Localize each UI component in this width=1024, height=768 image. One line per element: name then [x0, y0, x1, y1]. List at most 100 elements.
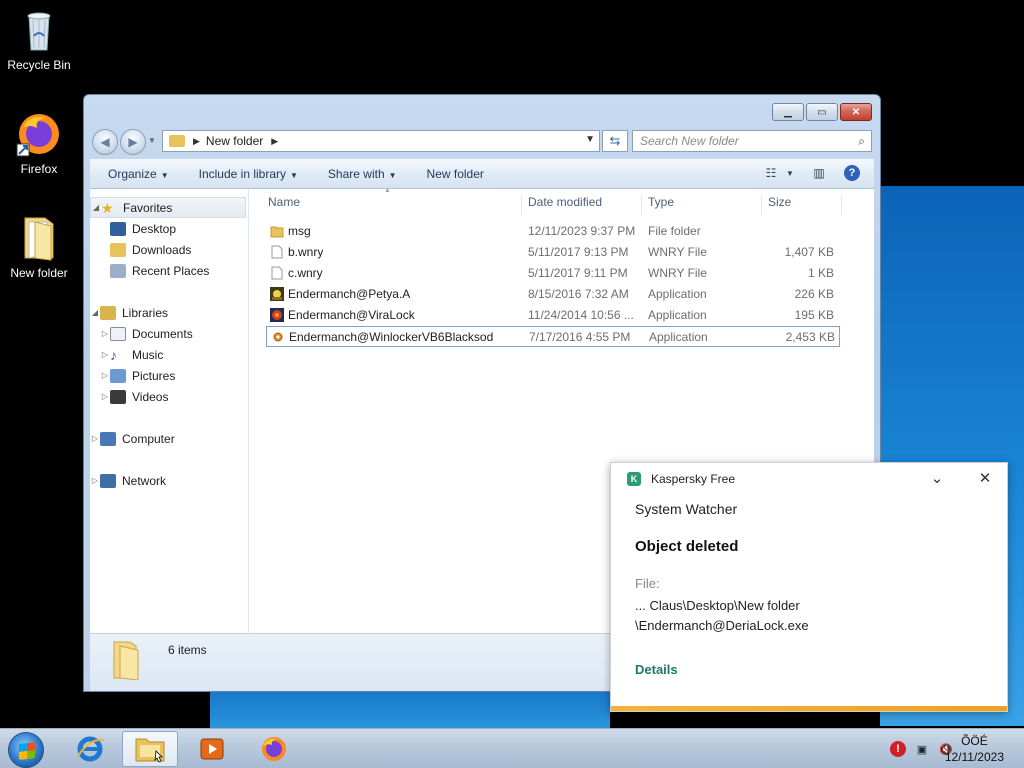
include-label: Include in library — [198, 166, 286, 181]
breadcrumb[interactable]: New folder — [206, 134, 263, 148]
nav-item-documents[interactable]: ▷ Documents — [90, 323, 248, 344]
command-bar: Organize ▼ Include in library ▼ Share with… — [90, 159, 874, 189]
notification-app-name: Kaspersky Free — [651, 472, 736, 486]
network-icon[interactable]: ▣ — [914, 741, 930, 757]
desktop-icon-recycle-bin[interactable]: Recycle Bin — [1, 6, 77, 72]
details-link[interactable]: Details — [635, 662, 678, 677]
close-notification-button[interactable]: ✕ — [975, 469, 995, 489]
folder-icon — [135, 738, 165, 763]
file-row[interactable]: b.wnry 5/11/2017 9:13 PM WNRY File 1,407… — [266, 242, 840, 263]
kaspersky-notification: K Kaspersky Free ⌄ ✕ System Watcher Obje… — [610, 462, 1008, 712]
file-row[interactable]: c.wnry 5/11/2017 9:11 PM WNRY File 1 KB — [266, 263, 840, 284]
column-header-name[interactable]: Name — [262, 195, 522, 215]
nav-item-music[interactable]: ▷ ♪ Music — [90, 344, 248, 365]
system-clock[interactable]: ÕÖÉ 12/11/2023 — [945, 733, 1004, 765]
nav-item-network[interactable]: ▷ Network — [90, 470, 248, 491]
nav-item-pictures[interactable]: ▷ Pictures — [90, 365, 248, 386]
nav-label: Documents — [132, 326, 193, 341]
desktop-icon-firefox[interactable]: Firefox — [1, 110, 77, 176]
nav-item-downloads[interactable]: Downloads — [90, 239, 248, 260]
help-button[interactable]: ? — [844, 165, 860, 181]
file-icon — [270, 245, 284, 259]
close-button[interactable]: ✕ — [840, 103, 872, 121]
column-header-size[interactable]: Size — [762, 195, 842, 215]
refresh-button[interactable]: ⇆ — [602, 130, 628, 152]
file-row[interactable]: Endermanch@Petya.A 8/15/2016 7:32 AM App… — [266, 284, 840, 305]
nav-item-videos[interactable]: ▷ Videos — [90, 386, 248, 407]
nav-item-libraries[interactable]: ◢ Libraries — [90, 302, 248, 323]
file-row[interactable]: Endermanch@ViraLock 11/24/2014 10:56 ...… — [266, 305, 840, 326]
file-name: Endermanch@ViraLock — [288, 308, 415, 322]
taskbar-windows-explorer[interactable] — [122, 731, 178, 767]
petya-icon — [270, 287, 284, 301]
collapse-icon[interactable]: ◢ — [91, 203, 101, 212]
expand-icon[interactable]: ▷ — [100, 392, 110, 401]
expand-icon[interactable]: ▷ — [100, 350, 110, 359]
clock-date: 12/11/2023 — [944, 750, 1004, 764]
view-dropdown-button[interactable]: ▼ — [784, 163, 796, 183]
file-size: 2,453 KB — [785, 330, 835, 344]
navigation-pane: ◢ ★ Favorites Desktop Downloads Recent P… — [90, 189, 249, 633]
recent-pages-dropdown[interactable]: ▼ — [148, 136, 156, 145]
nav-item-desktop[interactable]: Desktop — [90, 218, 248, 239]
file-date: 5/11/2017 9:13 PM — [528, 245, 629, 259]
chevron-down-icon: ▼ — [160, 170, 169, 180]
file-type: Application — [648, 287, 707, 301]
view-icon: ☷ — [765, 166, 777, 180]
breadcrumb-chevron-icon[interactable]: ▶ — [271, 136, 278, 147]
expand-icon[interactable]: ▷ — [90, 434, 100, 443]
file-date: 12/11/2023 9:37 PM — [528, 224, 636, 238]
help-icon: ? — [848, 167, 856, 179]
nav-label: Recent Places — [132, 263, 210, 278]
change-view-button[interactable]: ☷ — [760, 163, 782, 183]
share-label: Share with — [327, 166, 385, 181]
nav-item-favorites[interactable]: ◢ ★ Favorites — [90, 197, 246, 218]
include-in-library-button[interactable]: Include in library ▼ — [199, 167, 298, 181]
new-folder-label: New folder — [426, 166, 484, 181]
breadcrumb-chevron-icon[interactable]: ▶ — [193, 136, 200, 147]
new-folder-button[interactable]: New folder — [427, 167, 484, 181]
notification-accent-stripe — [611, 706, 1007, 711]
file-row[interactable]: msg 12/11/2023 9:37 PM File folder — [266, 221, 840, 242]
file-row-selected[interactable]: Endermanch@WinlockerVB6Blacksod 7/17/201… — [266, 326, 840, 347]
organize-button[interactable]: Organize ▼ — [108, 167, 169, 181]
taskbar-internet-explorer[interactable] — [62, 731, 118, 767]
column-label: Date modified — [528, 195, 603, 209]
search-input[interactable]: Search New folder ⌕ — [632, 130, 872, 152]
file-date: 5/11/2017 9:11 PM — [528, 266, 628, 280]
nav-item-computer[interactable]: ▷ Computer — [90, 428, 248, 449]
column-header-type[interactable]: Type — [642, 195, 762, 215]
firefox-icon — [262, 737, 286, 761]
column-header-date[interactable]: Date modified — [522, 195, 642, 215]
file-path-line2: \Endermanch@DeriaLock.exe — [635, 618, 809, 633]
collapse-button[interactable]: ⌄ — [927, 469, 947, 489]
security-alert-icon[interactable]: ! — [890, 741, 906, 757]
start-button[interactable] — [8, 732, 44, 768]
back-button[interactable]: ◀ — [92, 129, 118, 155]
collapse-icon[interactable]: ◢ — [90, 308, 100, 317]
expand-icon[interactable]: ▷ — [100, 371, 110, 380]
arrow-right-icon: ▶ — [128, 135, 138, 149]
taskbar-firefox[interactable] — [246, 731, 302, 767]
expand-icon[interactable]: ▷ — [90, 476, 100, 485]
taskbar: ! ▣ 🔇 ÕÖÉ 12/11/2023 — [0, 728, 1024, 768]
nav-item-recent-places[interactable]: Recent Places — [90, 260, 248, 281]
nav-label: Favorites — [123, 200, 173, 215]
expand-icon[interactable]: ▷ — [100, 329, 110, 338]
file-label: File: — [635, 576, 660, 591]
preview-pane-button[interactable]: ▥ — [808, 163, 830, 183]
taskbar-media-player[interactable] — [184, 731, 240, 767]
minimize-button[interactable]: ▁ — [772, 103, 804, 121]
maximize-button[interactable]: ▭ — [806, 103, 838, 121]
address-dropdown-icon[interactable]: ▼ — [585, 134, 595, 145]
share-with-button[interactable]: Share with ▼ — [328, 167, 397, 181]
sort-ascending-icon: ▲ — [384, 187, 391, 194]
music-icon: ♪ — [110, 346, 117, 363]
nav-label: Music — [132, 347, 164, 362]
desktop-icon-new-folder[interactable]: New folder — [1, 214, 77, 280]
desktop-icon-label: Firefox — [20, 162, 58, 176]
folder-icon — [169, 135, 185, 147]
file-type: Application — [649, 330, 708, 344]
address-bar[interactable]: ▶ New folder ▶ ▼ — [162, 130, 600, 152]
forward-button[interactable]: ▶ — [120, 129, 146, 155]
